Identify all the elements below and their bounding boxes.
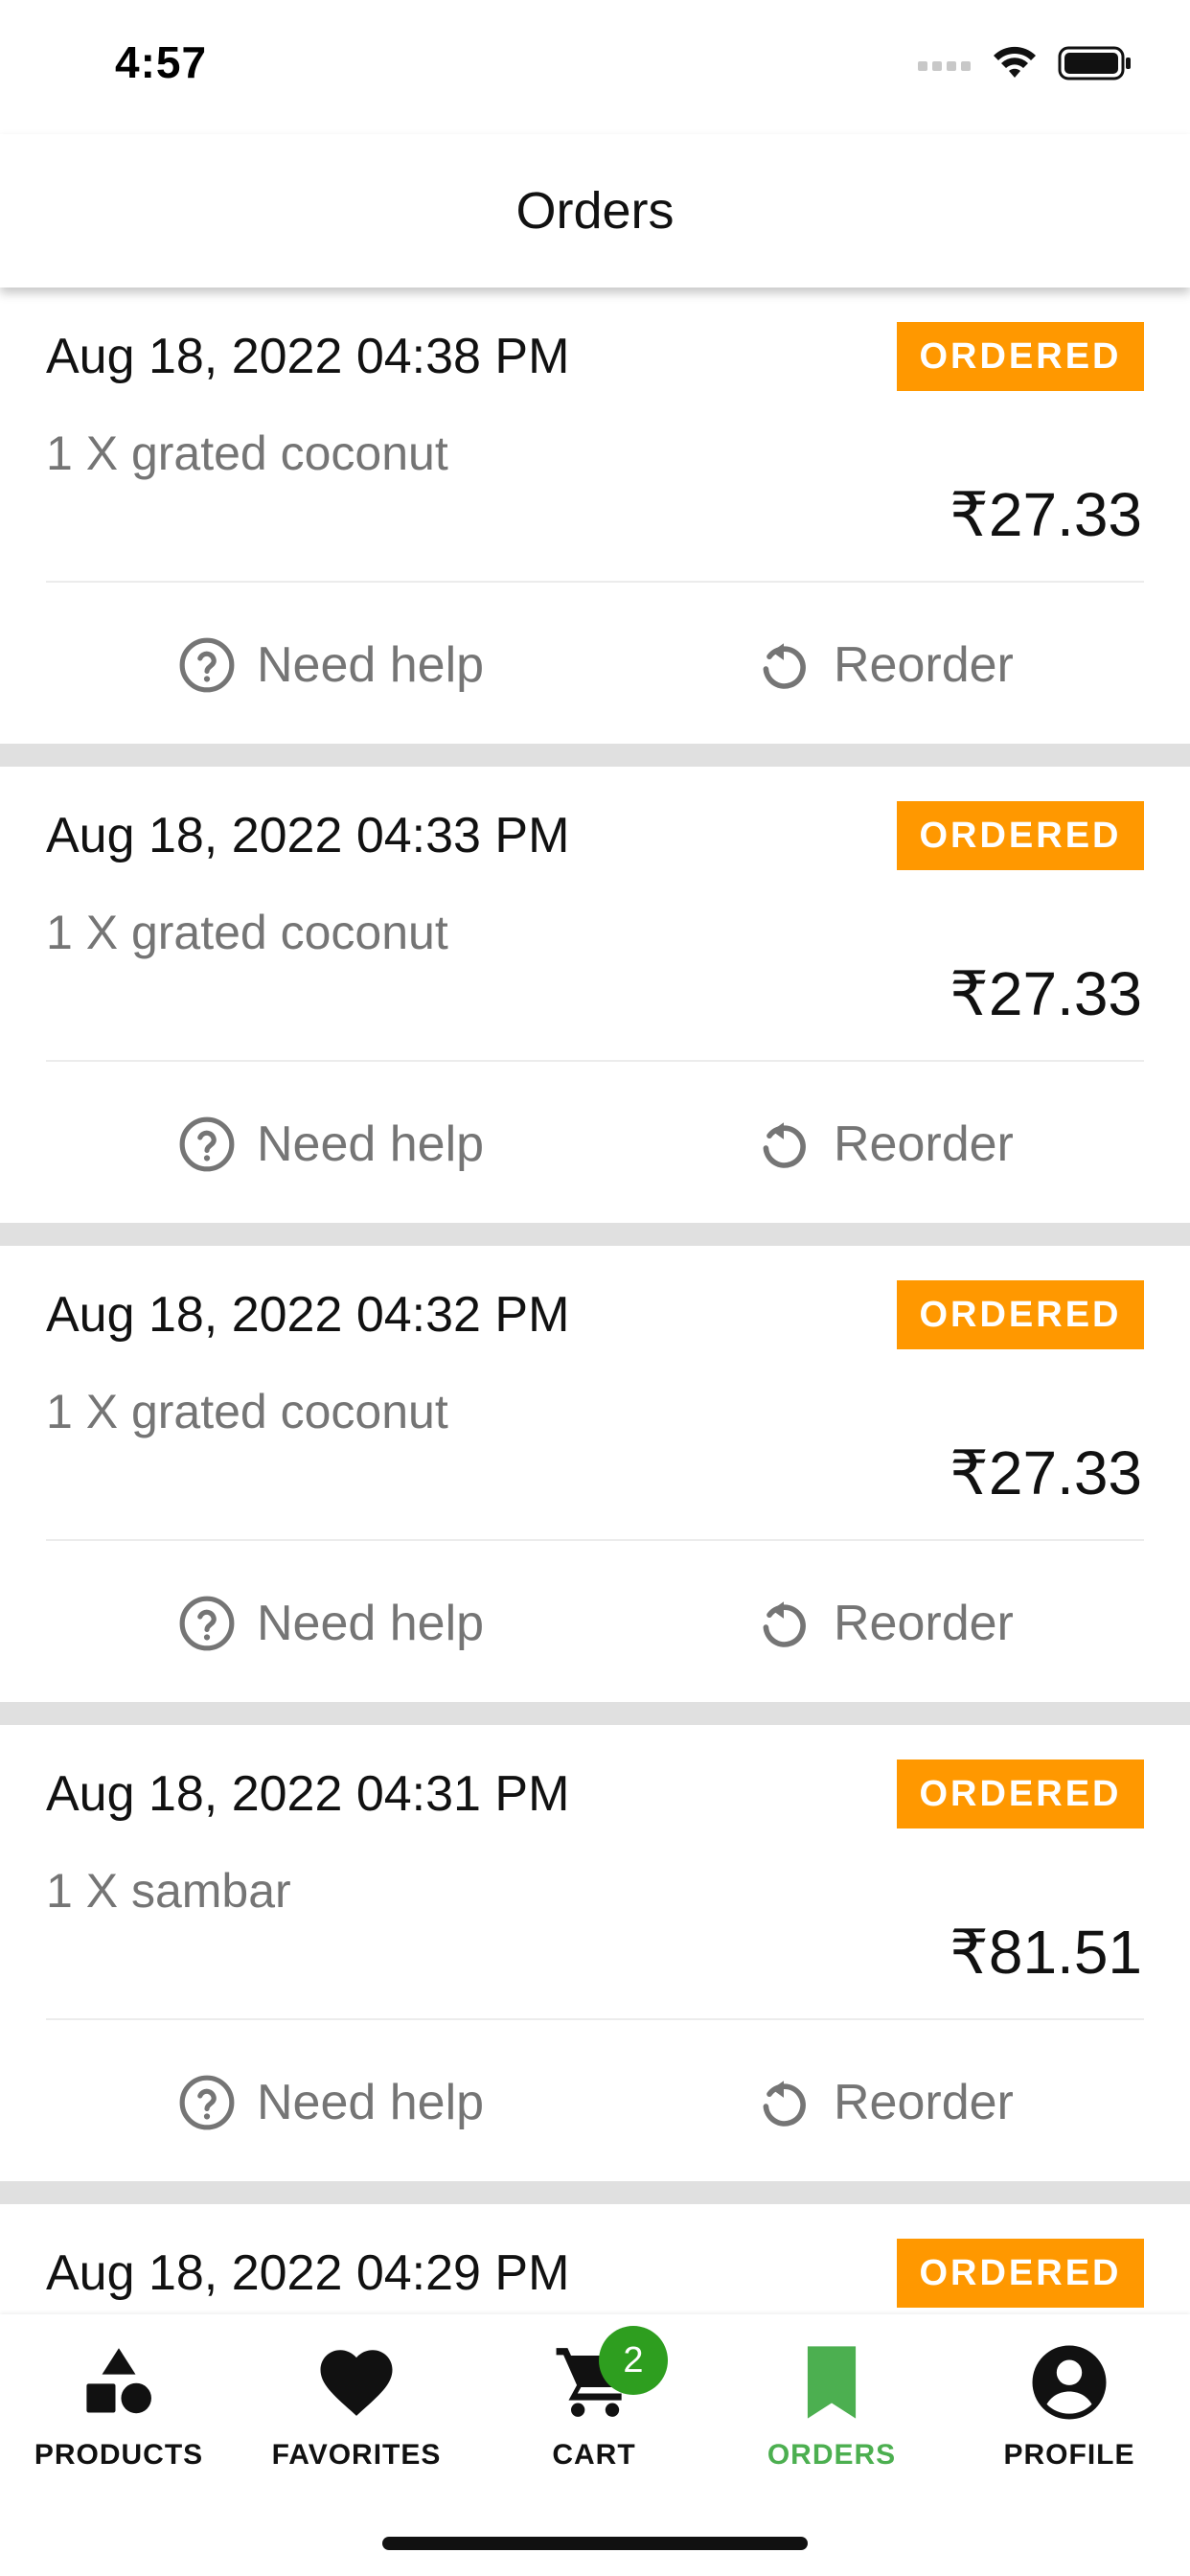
order-items: 1 X grated coconut: [46, 906, 448, 959]
orders-list[interactable]: Aug 18, 2022 04:38 PM ORDERED 1 X grated…: [0, 288, 1190, 2314]
reorder-label: Reorder: [834, 637, 1014, 693]
need-help-button[interactable]: Need help: [176, 1114, 484, 1175]
order-card[interactable]: Aug 18, 2022 04:38 PM ORDERED 1 X grated…: [0, 288, 1190, 744]
status-badge: ORDERED: [897, 322, 1144, 391]
order-price: ₹27.33: [950, 1438, 1142, 1507]
bookmark-icon: [789, 2339, 875, 2426]
reorder-label: Reorder: [834, 2075, 1014, 2130]
order-date: Aug 18, 2022 04:32 PM: [46, 1287, 570, 1343]
divider: [46, 1060, 1144, 1062]
reorder-label: Reorder: [834, 1116, 1014, 1172]
reorder-icon: [753, 634, 814, 696]
nav-item-cart[interactable]: 2 CART: [475, 2326, 713, 2512]
order-card[interactable]: Aug 18, 2022 04:33 PM ORDERED 1 X grated…: [0, 767, 1190, 1223]
need-help-label: Need help: [257, 2075, 485, 2130]
reorder-button[interactable]: Reorder: [753, 634, 1014, 696]
status-time: 4:57: [115, 37, 208, 87]
need-help-button[interactable]: Need help: [176, 1593, 484, 1654]
app-header: Orders: [0, 134, 1190, 288]
nav-label: FAVORITES: [271, 2439, 442, 2471]
order-items: 1 X grated coconut: [46, 1385, 448, 1438]
need-help-label: Need help: [257, 1116, 485, 1172]
order-price: ₹27.33: [950, 480, 1142, 549]
help-circle-icon: [176, 2072, 238, 2133]
battery-icon: [1058, 46, 1131, 80]
status-badge: ORDERED: [897, 2239, 1144, 2308]
cart-icon: 2: [551, 2326, 668, 2426]
need-help-label: Need help: [257, 1596, 485, 1651]
status-icons: [918, 44, 1133, 82]
status-badge: ORDERED: [897, 1280, 1144, 1349]
order-card[interactable]: Aug 18, 2022 04:32 PM ORDERED 1 X grated…: [0, 1246, 1190, 1702]
order-items: 1 X sambar: [46, 1864, 291, 1918]
order-card[interactable]: Aug 18, 2022 04:29 PM ORDERED: [0, 2204, 1190, 2314]
cart-badge: 2: [599, 2326, 668, 2395]
status-badge: ORDERED: [897, 801, 1144, 870]
nav-item-profile[interactable]: PROFILE: [950, 2339, 1188, 2512]
reorder-icon: [753, 2072, 814, 2133]
account-circle-icon: [1026, 2339, 1112, 2426]
order-date: Aug 18, 2022 04:38 PM: [46, 329, 570, 384]
order-date: Aug 18, 2022 04:31 PM: [46, 1766, 570, 1822]
home-indicator: [382, 2537, 808, 2550]
order-date: Aug 18, 2022 04:33 PM: [46, 808, 570, 863]
divider: [46, 581, 1144, 583]
order-price: ₹27.33: [950, 959, 1142, 1028]
cellular-signal-icon: [918, 61, 971, 71]
status-badge: ORDERED: [897, 1760, 1144, 1828]
divider: [46, 2018, 1144, 2020]
need-help-button[interactable]: Need help: [176, 2072, 484, 2133]
order-date: Aug 18, 2022 04:29 PM: [46, 2245, 570, 2301]
nav-item-favorites[interactable]: FAVORITES: [238, 2339, 475, 2512]
page-title: Orders: [515, 182, 675, 240]
help-circle-icon: [176, 1114, 238, 1175]
need-help-label: Need help: [257, 637, 485, 693]
reorder-icon: [753, 1114, 814, 1175]
help-circle-icon: [176, 634, 238, 696]
shapes-icon: [76, 2339, 162, 2426]
order-price: ₹81.51: [950, 1918, 1142, 1987]
reorder-button[interactable]: Reorder: [753, 2072, 1014, 2133]
nav-label: PROFILE: [1003, 2439, 1135, 2471]
wifi-icon: [994, 46, 1036, 78]
divider: [46, 1539, 1144, 1541]
nav-label: CART: [552, 2439, 636, 2471]
reorder-label: Reorder: [834, 1596, 1014, 1651]
nav-label: PRODUCTS: [34, 2439, 204, 2471]
nav-item-products[interactable]: PRODUCTS: [0, 2339, 238, 2512]
reorder-button[interactable]: Reorder: [753, 1114, 1014, 1175]
reorder-button[interactable]: Reorder: [753, 1593, 1014, 1654]
reorder-icon: [753, 1593, 814, 1654]
nav-label: ORDERS: [767, 2439, 897, 2471]
need-help-button[interactable]: Need help: [176, 634, 484, 696]
help-circle-icon: [176, 1593, 238, 1654]
heart-icon: [313, 2339, 400, 2426]
nav-item-orders[interactable]: ORDERS: [713, 2339, 950, 2512]
order-card[interactable]: Aug 18, 2022 04:31 PM ORDERED 1 X sambar…: [0, 1725, 1190, 2181]
status-bar: 4:57: [0, 0, 1190, 134]
order-items: 1 X grated coconut: [46, 426, 448, 480]
